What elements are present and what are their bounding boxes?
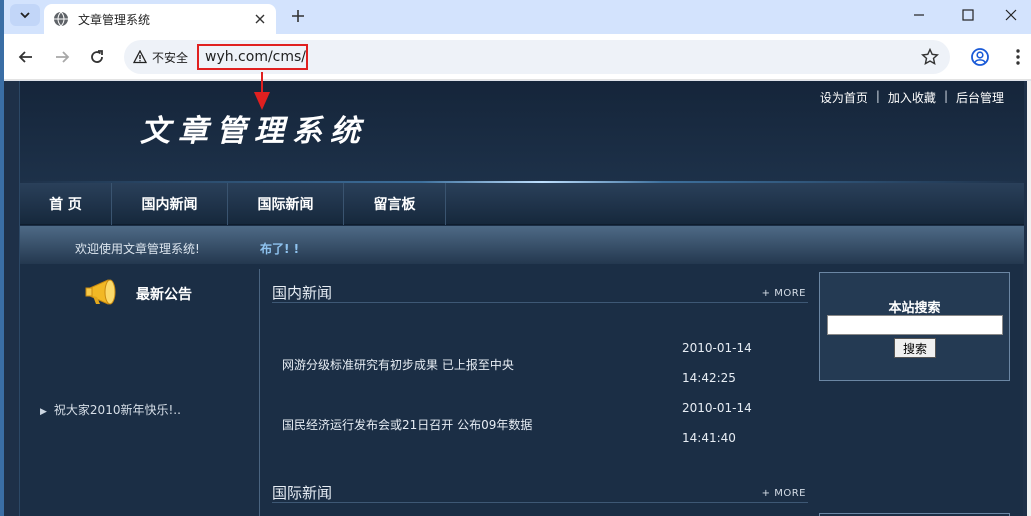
- nav-home[interactable]: 首 页: [20, 183, 112, 225]
- news-column: 国内新闻 + MORE 网游分级标准研究有初步成果 已上报至中央 2010-01…: [272, 269, 808, 516]
- address-bar[interactable]: 不安全 wyh.com/cms/: [124, 40, 950, 74]
- back-arrow-icon: [18, 51, 32, 63]
- kebab-menu-icon[interactable]: [1009, 47, 1027, 67]
- welcome-text: 欢迎使用文章管理系统!: [75, 242, 200, 256]
- new-tab-button[interactable]: [286, 5, 310, 27]
- section-title: 国际新闻: [272, 484, 333, 502]
- news-item-date: 2010-01-14: [682, 341, 752, 355]
- set-homepage-link[interactable]: 设为首页: [820, 89, 868, 106]
- international-news-header: 国际新闻 + MORE: [272, 469, 808, 503]
- welcome-bar: 欢迎使用文章管理系统! 布了! !: [20, 226, 1024, 264]
- maximize-icon: [962, 9, 974, 21]
- news-item-title[interactable]: 网游分级标准研究有初步成果 已上报至中央: [282, 356, 514, 373]
- search-panel: 本站搜索 搜索: [819, 272, 1010, 381]
- close-icon: [255, 14, 265, 24]
- domestic-news-header: 国内新闻 + MORE: [272, 269, 808, 303]
- site-container: 设为首页 | 加入收藏 | 后台管理 文章管理系统 首 页 国内新闻 国际新闻 …: [19, 81, 1024, 516]
- notice-title: 最新公告: [136, 287, 192, 303]
- tab-search-button[interactable]: [10, 4, 40, 26]
- news-item-time: 14:42:25: [682, 371, 736, 385]
- search-button[interactable]: 搜索: [894, 338, 936, 358]
- admin-link[interactable]: 后台管理: [956, 89, 1004, 106]
- search-input[interactable]: [827, 315, 1003, 335]
- nav-domestic-news[interactable]: 国内新闻: [112, 183, 228, 225]
- browser-toolbar: 不安全 wyh.com/cms/: [4, 34, 1031, 80]
- section-title: 国内新闻: [272, 284, 333, 302]
- notice-item-text[interactable]: 祝大家2010新年快乐!..: [54, 403, 181, 417]
- profile-icon[interactable]: [970, 47, 990, 67]
- star-icon[interactable]: [921, 48, 939, 66]
- globe-icon: [54, 11, 68, 27]
- annotation-arrow: [254, 72, 270, 110]
- url-text[interactable]: wyh.com/cms/: [197, 44, 308, 70]
- news-item-date: 2010-01-14: [682, 401, 752, 415]
- more-link[interactable]: + MORE: [762, 288, 806, 299]
- page-viewport: 设为首页 | 加入收藏 | 后台管理 文章管理系统 首 页 国内新闻 国际新闻 …: [4, 81, 1027, 516]
- nav-guestbook[interactable]: 留言板: [344, 183, 446, 225]
- megaphone-icon: [85, 279, 116, 305]
- link-separator: |: [875, 89, 880, 103]
- close-icon: [1005, 9, 1017, 21]
- search-title: 本站搜索: [888, 301, 941, 316]
- tab-strip: 文章管理系统: [4, 0, 1031, 34]
- close-tab-button[interactable]: [250, 9, 270, 29]
- marquee-text: 布了! !: [260, 242, 300, 256]
- main-nav: 首 页 国内新闻 国际新闻 留言板: [20, 183, 1024, 225]
- tab-title: 文章管理系统: [78, 12, 151, 27]
- site-logo: 文章管理系统: [140, 114, 368, 149]
- scrollbar[interactable]: [1027, 81, 1031, 516]
- notice-panel: 最新公告 ▶ 祝大家2010新年快乐!..: [20, 269, 260, 516]
- news-item-time: 14:41:40: [682, 431, 736, 445]
- minimize-button[interactable]: [899, 2, 939, 28]
- nav-international-news[interactable]: 国际新闻: [228, 183, 344, 225]
- browser-tab[interactable]: 文章管理系统: [44, 4, 276, 34]
- add-favorite-link[interactable]: 加入收藏: [888, 89, 936, 106]
- plus-icon: [292, 10, 304, 22]
- forward-arrow-icon: [56, 51, 70, 63]
- chevron-down-icon: [20, 12, 30, 19]
- maximize-button[interactable]: [948, 2, 988, 28]
- security-status-label[interactable]: 不安全: [152, 49, 188, 66]
- window-close-button[interactable]: [991, 2, 1031, 28]
- forward-button[interactable]: [50, 45, 74, 69]
- reload-icon: [91, 50, 103, 63]
- bullet-icon: ▶: [40, 407, 47, 417]
- site-header: 设为首页 | 加入收藏 | 后台管理 文章管理系统: [20, 81, 1024, 183]
- news-item-title[interactable]: 国民经济运行发布会或21日召开 公布09年数据: [282, 416, 532, 433]
- reload-button[interactable]: [85, 45, 109, 69]
- warning-icon: [133, 50, 147, 64]
- notice-item[interactable]: ▶ 祝大家2010新年快乐!..: [40, 401, 181, 418]
- more-link[interactable]: + MORE: [762, 488, 806, 499]
- back-button[interactable]: [14, 45, 38, 69]
- minimize-icon: [914, 14, 924, 16]
- link-separator: |: [943, 89, 948, 103]
- top-links: 设为首页 | 加入收藏 | 后台管理: [820, 89, 1004, 106]
